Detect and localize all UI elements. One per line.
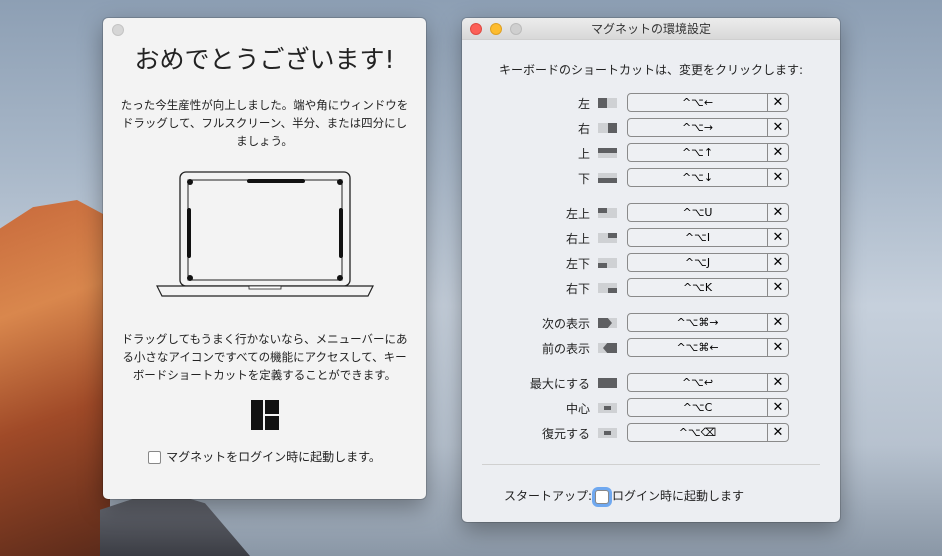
- shortcut-row-bottom: 下 ^⌥↓ ✕: [462, 168, 840, 188]
- wallpaper-rock: [100, 490, 250, 556]
- shortcut-label: 下: [577, 172, 590, 186]
- shortcut-label: 右: [577, 122, 590, 136]
- clear-shortcut-button[interactable]: ✕: [767, 228, 789, 247]
- shortcut-label: 中心: [565, 402, 590, 416]
- laptop-illustration: [155, 171, 374, 297]
- clear-shortcut-button[interactable]: ✕: [767, 423, 789, 442]
- minimize-button[interactable]: [490, 23, 502, 35]
- clear-shortcut-button[interactable]: ✕: [767, 398, 789, 417]
- shortcut-recorder[interactable]: ^⌥⌫: [627, 423, 768, 442]
- shortcut-recorder[interactable]: ^⌥↓: [627, 168, 768, 187]
- shortcut-label: 次の表示: [541, 317, 590, 331]
- clear-shortcut-button[interactable]: ✕: [767, 93, 789, 112]
- clear-shortcut-button[interactable]: ✕: [767, 168, 789, 187]
- login-checkbox[interactable]: マグネットをログイン時に起動します。: [103, 448, 426, 465]
- right-snap-icon: [598, 123, 617, 133]
- startup-row: スタートアップ: ログイン時に起動します: [504, 487, 744, 504]
- shortcut-recorder[interactable]: ^⌥←: [627, 93, 768, 112]
- welcome-text: たった今生産性が向上しました。端や角にウィンドウをドラッグして、フルスクリーン、…: [120, 98, 409, 148]
- startup-checkbox-label[interactable]: ログイン時に起動します: [612, 489, 744, 503]
- shortcut-row-max: 最大にする ^⌥↩ ✕: [462, 373, 840, 393]
- left-snap-icon: [598, 98, 617, 108]
- shortcut-row-center: 中心 ^⌥C ✕: [462, 398, 840, 418]
- shortcut-label: 最大にする: [529, 377, 590, 391]
- bl-snap-icon: [598, 258, 617, 268]
- bottom-snap-icon: [598, 173, 617, 183]
- divider: [482, 464, 820, 465]
- instruction-text: キーボードのショートカットは、変更をクリックします:: [498, 63, 804, 77]
- shortcut-row-restore: 復元する ^⌥⌫ ✕: [462, 423, 840, 443]
- shortcut-recorder[interactable]: ^⌥↩: [627, 373, 768, 392]
- title-bar[interactable]: マグネットの環境設定: [462, 18, 840, 40]
- shortcut-recorder[interactable]: ^⌥I: [627, 228, 768, 247]
- shortcut-label: 前の表示: [541, 342, 590, 356]
- shortcut-recorder[interactable]: ^⌥→: [627, 118, 768, 137]
- shortcut-label: 右上: [565, 232, 590, 246]
- clear-shortcut-button[interactable]: ✕: [767, 253, 789, 272]
- shortcut-row-left: 左 ^⌥← ✕: [462, 93, 840, 113]
- tr-snap-icon: [598, 233, 617, 243]
- checkbox[interactable]: [148, 451, 162, 464]
- startup-label: スタートアップ:: [504, 489, 593, 503]
- shortcut-row-top: 上 ^⌥↑ ✕: [462, 143, 840, 163]
- shortcut-label: 左上: [565, 207, 590, 221]
- shortcut-recorder[interactable]: ^⌥⌘→: [627, 313, 768, 332]
- shortcut-label: 上: [577, 147, 590, 161]
- shortcut-label: 左下: [565, 257, 590, 271]
- close-button[interactable]: [112, 24, 124, 36]
- preferences-window: マグネットの環境設定 キーボードのショートカットは、変更をクリックします: 左 …: [462, 18, 840, 522]
- shortcut-label: 左: [577, 97, 590, 111]
- clear-shortcut-button[interactable]: ✕: [767, 203, 789, 222]
- clear-shortcut-button[interactable]: ✕: [767, 373, 789, 392]
- center-snap-icon: [598, 403, 617, 413]
- shortcut-label: 復元する: [541, 427, 590, 441]
- tl-snap-icon: [598, 208, 617, 218]
- shortcut-row-bl: 左下 ^⌥J ✕: [462, 253, 840, 273]
- shortcut-row-right: 右 ^⌥→ ✕: [462, 118, 840, 138]
- magnet-menu-icon: [250, 400, 279, 430]
- clear-shortcut-button[interactable]: ✕: [767, 118, 789, 137]
- shortcut-recorder[interactable]: ^⌥K: [627, 278, 768, 297]
- wallpaper-cliff: [0, 200, 110, 556]
- shortcut-label: 右下: [565, 282, 590, 296]
- login-checkbox-label: マグネットをログイン時に起動します。: [166, 450, 381, 464]
- shortcut-row-tl: 左上 ^⌥U ✕: [462, 203, 840, 223]
- clear-shortcut-button[interactable]: ✕: [767, 338, 789, 357]
- shortcut-row-tr: 右上 ^⌥I ✕: [462, 228, 840, 248]
- welcome-window: おめでとうございます! たった今生産性が向上しました。端や角にウィンドウをドラッ…: [103, 18, 426, 499]
- shortcut-recorder[interactable]: ^⌥U: [627, 203, 768, 222]
- shortcut-recorder[interactable]: ^⌥⌘←: [627, 338, 768, 357]
- max-snap-icon: [598, 378, 617, 388]
- shortcut-recorder[interactable]: ^⌥↑: [627, 143, 768, 162]
- welcome-title: おめでとうございます!: [134, 45, 395, 74]
- shortcut-recorder[interactable]: ^⌥J: [627, 253, 768, 272]
- clear-shortcut-button[interactable]: ✕: [767, 278, 789, 297]
- zoom-button[interactable]: [510, 23, 522, 35]
- shortcut-row-next: 次の表示 ^⌥⌘→ ✕: [462, 313, 840, 333]
- restore-snap-icon: [598, 428, 617, 438]
- shortcut-recorder[interactable]: ^⌥C: [627, 398, 768, 417]
- help-text: ドラッグしてもうまく行かないなら、メニューバーにある小さなアイコンですべての機能…: [121, 332, 408, 382]
- startup-checkbox[interactable]: [595, 489, 610, 504]
- clear-shortcut-button[interactable]: ✕: [767, 143, 789, 162]
- clear-shortcut-button[interactable]: ✕: [767, 313, 789, 332]
- top-snap-icon: [598, 148, 617, 158]
- window-title: マグネットの環境設定: [590, 22, 711, 36]
- shortcut-row-prev: 前の表示 ^⌥⌘← ✕: [462, 338, 840, 358]
- shortcut-row-br: 右下 ^⌥K ✕: [462, 278, 840, 298]
- close-button[interactable]: [470, 23, 482, 35]
- next-snap-icon: [598, 318, 617, 328]
- br-snap-icon: [598, 283, 617, 293]
- prev-snap-icon: [598, 343, 617, 353]
